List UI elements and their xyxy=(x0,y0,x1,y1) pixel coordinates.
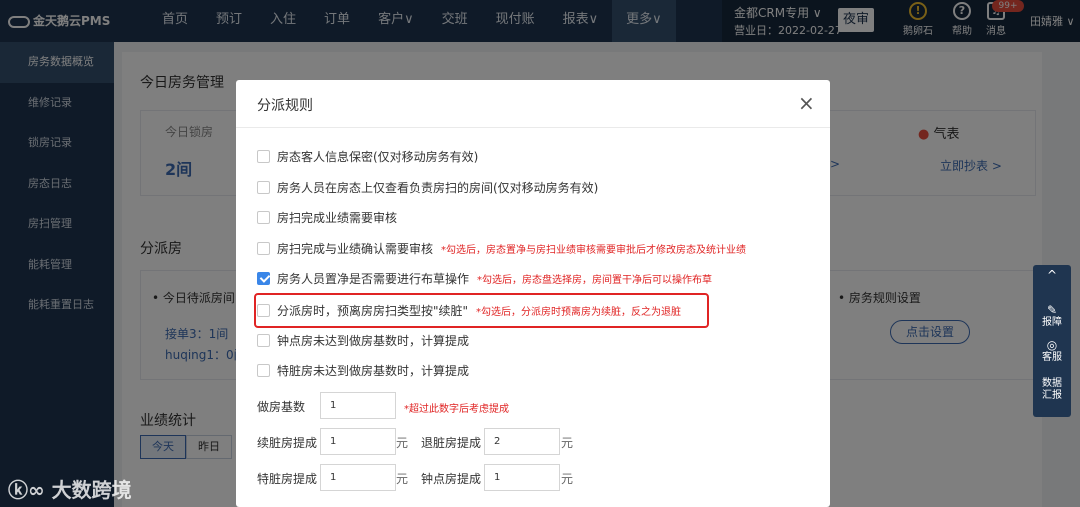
rule-note: *勾选后，房态置净与房扫业绩审核需要审批后才修改房态及统计业绩 xyxy=(441,244,747,256)
report-fault-button[interactable]: ✎ 报障 xyxy=(1033,300,1071,335)
base-count-label: 做房基数 xyxy=(257,400,306,414)
rule-label: 房务人员置净是否需要进行布草操作 xyxy=(277,271,470,286)
modal-title: 分派规则 xyxy=(257,98,313,114)
unit-label: 元 xyxy=(396,472,409,486)
rule-checkbox[interactable] xyxy=(257,210,270,224)
report-fault-label: 报障 xyxy=(1042,317,1062,328)
collapse-button[interactable]: ^ xyxy=(1033,265,1071,300)
rule-completion-review[interactable]: 房扫完成与业绩确认需要审核 *勾选后，房态置净与房扫业绩审核需要审批后才修改房态… xyxy=(257,238,746,258)
rule-continue-dirty[interactable]: 分派房时，预离房房扫类型按"续脏" *勾选后，分派房时预离房为续脏，反之为退脏 xyxy=(257,300,681,320)
wrench-icon: ✎ xyxy=(1046,303,1058,317)
base-count-note: *超过此数字后考虑提成 xyxy=(404,404,509,415)
rule-label: 房态客人信息保密(仅对移动房务有效) xyxy=(277,149,479,164)
watermark-logo-icon: ⓚ∞ xyxy=(8,478,52,502)
rule-label: 房务人员在房态上仅查看负责房扫的房间(仅对移动房务有效) xyxy=(277,180,599,195)
customer-service-label: 客服 xyxy=(1042,352,1062,363)
continue-dirty-label: 续脏房提成 xyxy=(257,436,318,450)
watermark: ⓚ∞ 大数跨境 xyxy=(8,474,132,503)
rule-checkbox[interactable] xyxy=(257,333,270,347)
rule-checkbox-checked[interactable] xyxy=(257,271,270,285)
right-float-panel: ^ ✎ 报障 ◎ 客服 数据汇报 xyxy=(1033,265,1071,417)
checkout-dirty-label: 退脏房提成 xyxy=(421,436,482,450)
rule-label: 分派房时，预离房房扫类型按"续脏" xyxy=(277,303,469,318)
rule-label: 钟点房未达到做房基数时，计算提成 xyxy=(277,333,470,348)
rule-label: 房扫完成与业绩确认需要审核 xyxy=(277,241,434,256)
base-count-input[interactable]: 1 xyxy=(320,392,396,419)
rule-note: *勾选后，房态盘选择房，房间置干净后可以操作布草 xyxy=(477,274,713,286)
rule-checkbox[interactable] xyxy=(257,180,270,194)
data-report-label: 数据汇报 xyxy=(1042,378,1062,401)
rule-guest-privacy[interactable]: 房态客人信息保密(仅对移动房务有效) xyxy=(257,146,478,166)
unit-label: 元 xyxy=(561,472,574,486)
rule-checkbox[interactable] xyxy=(257,241,270,255)
continue-dirty-input[interactable]: 1 xyxy=(320,428,396,455)
rule-hourly-commission[interactable]: 钟点房未达到做房基数时，计算提成 xyxy=(257,330,469,350)
rule-note: *勾选后，分派房时预离房为续脏，反之为退脏 xyxy=(476,306,682,318)
customer-service-button[interactable]: ◎ 客服 xyxy=(1033,335,1071,370)
unit-label: 元 xyxy=(396,436,409,450)
modal-header: 分派规则 × xyxy=(236,80,830,128)
rule-label: 特脏房未达到做房基数时，计算提成 xyxy=(277,363,470,378)
rule-performance-review[interactable]: 房扫完成业绩需要审核 xyxy=(257,207,397,227)
rule-linen-operation[interactable]: 房务人员置净是否需要进行布草操作 *勾选后，房态盘选择房，房间置干净后可以操作布… xyxy=(257,268,712,288)
hourly-label: 钟点房提成 xyxy=(421,472,482,486)
headset-icon: ◎ xyxy=(1046,338,1058,352)
hourly-input[interactable]: 1 xyxy=(484,464,560,491)
rule-checkbox[interactable] xyxy=(257,303,270,317)
special-dirty-label: 特脏房提成 xyxy=(257,472,318,486)
rule-special-dirty-commission[interactable]: 特脏房未达到做房基数时，计算提成 xyxy=(257,360,469,380)
rule-label: 房扫完成业绩需要审核 xyxy=(277,210,398,225)
data-report-button[interactable]: 数据汇报 xyxy=(1033,370,1071,405)
special-dirty-input[interactable]: 1 xyxy=(320,464,396,491)
chevron-up-icon: ^ xyxy=(1046,268,1058,282)
watermark-text: 大数跨境 xyxy=(51,478,132,502)
dispatch-rules-modal: 分派规则 × 房态客人信息保密(仅对移动房务有效) 房务人员在房态上仅查看负责房… xyxy=(236,80,830,507)
rule-checkbox[interactable] xyxy=(257,363,270,377)
rule-checkbox[interactable] xyxy=(257,149,270,163)
rule-own-rooms-only[interactable]: 房务人员在房态上仅查看负责房扫的房间(仅对移动房务有效) xyxy=(257,177,598,197)
close-icon[interactable]: × xyxy=(798,92,815,114)
checkout-dirty-input[interactable]: 2 xyxy=(484,428,560,455)
unit-label: 元 xyxy=(561,436,574,450)
